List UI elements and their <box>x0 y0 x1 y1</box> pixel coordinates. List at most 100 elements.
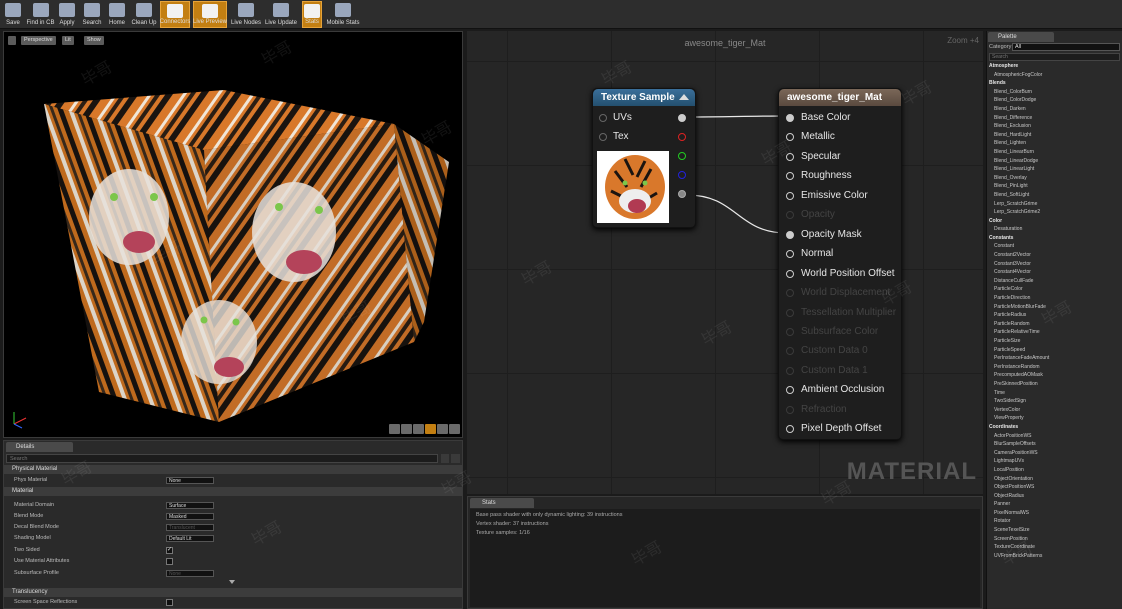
tex-input-pin[interactable] <box>599 133 607 141</box>
plane-icon[interactable] <box>449 424 460 434</box>
palette-item[interactable]: Blend_Difference <box>989 114 1121 123</box>
b-output-pin[interactable] <box>678 171 686 179</box>
palette-item[interactable]: Blend_PinLight <box>989 182 1121 191</box>
palette-tab[interactable]: Palette <box>988 32 1054 42</box>
palette-item[interactable]: BlurSampleOffsets <box>989 440 1121 449</box>
palette-item[interactable]: PixelNormalWS <box>989 509 1121 518</box>
palette-category[interactable]: Blends <box>989 79 1121 88</box>
material-input-pin[interactable] <box>786 152 794 161</box>
toolbar-button-1[interactable]: Find in CB <box>27 1 55 28</box>
material-input-pin[interactable] <box>786 386 794 395</box>
category-select[interactable]: All <box>1012 43 1120 51</box>
palette-item[interactable]: UVFromBrickPatterns <box>989 552 1121 561</box>
g-output-pin[interactable] <box>678 152 686 160</box>
uvs-input-pin[interactable] <box>599 114 607 122</box>
r-output-pin[interactable] <box>678 133 686 141</box>
palette-item[interactable]: Panner <box>989 500 1121 509</box>
material-input-pin[interactable] <box>786 114 794 122</box>
palette-item[interactable]: LightmapUVs <box>989 457 1121 466</box>
material-input-pin[interactable] <box>786 250 794 259</box>
details-checkbox[interactable] <box>166 599 173 606</box>
details-dropdown[interactable]: None <box>166 477 214 484</box>
palette-item[interactable]: ParticleSpeed <box>989 346 1121 355</box>
palette-item[interactable]: Blend_Exclusion <box>989 122 1121 131</box>
palette-item[interactable]: Time <box>989 389 1121 398</box>
palette-item[interactable]: Blend_LinearBurn <box>989 148 1121 157</box>
palette-item[interactable]: Blend_ColorDodge <box>989 96 1121 105</box>
material-result-node[interactable]: awesome_tiger_Mat Base Color Metallic Spec… <box>778 88 902 440</box>
palette-item[interactable]: ParticleColor <box>989 285 1121 294</box>
cylinder-icon[interactable] <box>413 424 424 434</box>
palette-item[interactable]: ObjectOrientation <box>989 475 1121 484</box>
palette-item[interactable]: ParticleRelativeTime <box>989 328 1121 337</box>
details-dropdown[interactable]: Masked <box>166 513 214 520</box>
toolbar-button-2[interactable]: Apply <box>57 1 77 28</box>
lighting-icon[interactable] <box>389 424 400 434</box>
palette-item[interactable]: PrecomputedAOMask <box>989 371 1121 380</box>
palette-item[interactable]: Constant3Vector <box>989 260 1121 269</box>
palette-category[interactable]: Color <box>989 217 1121 226</box>
palette-category[interactable]: Coordinates <box>989 423 1121 432</box>
palette-item[interactable]: Desaturation <box>989 225 1121 234</box>
palette-item[interactable]: SceneTexelSize <box>989 526 1121 535</box>
toolbar-button-6[interactable]: Connectors <box>160 1 190 28</box>
palette-item[interactable]: ParticleRadius <box>989 311 1121 320</box>
preview-viewport[interactable]: Perspective Lit Show <box>3 31 463 438</box>
material-input-pin[interactable] <box>786 133 794 142</box>
material-input-pin[interactable] <box>786 191 794 200</box>
collapse-icon[interactable] <box>679 94 689 100</box>
palette-item[interactable]: ActorPositionWS <box>989 432 1121 441</box>
palette-item[interactable]: ViewProperty <box>989 414 1121 423</box>
palette-item[interactable]: CameraPositionWS <box>989 449 1121 458</box>
palette-item[interactable]: ObjectPositionWS <box>989 483 1121 492</box>
texture-sample-node[interactable]: Texture Sample UVs Tex <box>592 88 696 228</box>
details-dropdown[interactable]: Surface <box>166 502 214 509</box>
a-output-pin[interactable] <box>678 190 686 198</box>
toolbar-button-10[interactable]: Stats <box>302 1 322 28</box>
palette-item[interactable]: Blend_Overlay <box>989 174 1121 183</box>
search-icon[interactable] <box>441 454 449 463</box>
palette-item[interactable]: TextureCoordinate <box>989 543 1121 552</box>
palette-item[interactable]: Lerp_ScratchGrime <box>989 200 1121 209</box>
toolbar-button-11[interactable]: Mobile Stats <box>325 1 361 28</box>
stats-tab[interactable]: Stats <box>470 498 534 508</box>
palette-item[interactable]: TwoSidedSign <box>989 397 1121 406</box>
category-material[interactable]: Material <box>4 487 462 496</box>
category-physical-material[interactable]: Physical Material <box>4 465 462 474</box>
toolbar-button-7[interactable]: Live Preview <box>193 1 227 28</box>
palette-item[interactable]: Blend_Darken <box>989 105 1121 114</box>
palette-item[interactable]: AtmosphericFogColor <box>989 71 1121 80</box>
details-search-input[interactable]: Search <box>6 454 438 463</box>
grid-icon[interactable] <box>401 424 412 434</box>
palette-item[interactable]: DistanceCullFade <box>989 277 1121 286</box>
rgb-output-pin[interactable] <box>678 114 686 122</box>
material-input-pin[interactable] <box>786 269 794 278</box>
details-checkbox[interactable] <box>166 558 173 565</box>
material-input-pin[interactable] <box>786 425 794 434</box>
view-options-icon[interactable] <box>451 454 460 463</box>
palette-item[interactable]: ParticleMotionBlurFade <box>989 303 1121 312</box>
palette-item[interactable]: ParticleDirection <box>989 294 1121 303</box>
palette-item[interactable]: Blend_ColorBurn <box>989 88 1121 97</box>
toolbar-button-4[interactable]: Home <box>106 1 128 28</box>
palette-item[interactable]: PreSkinnedPosition <box>989 380 1121 389</box>
sphere-icon[interactable] <box>437 424 448 434</box>
palette-item[interactable]: ParticleSize <box>989 337 1121 346</box>
palette-item[interactable]: Blend_LinearLight <box>989 165 1121 174</box>
palette-item[interactable]: Constant4Vector <box>989 268 1121 277</box>
palette-item[interactable]: Blend_HardLight <box>989 131 1121 140</box>
palette-item[interactable]: Lerp_ScratchGrime2 <box>989 208 1121 217</box>
expand-arrow-icon[interactable] <box>229 580 235 585</box>
palette-item[interactable]: LocalPosition <box>989 466 1121 475</box>
palette-item[interactable]: PerInstanceRandom <box>989 363 1121 372</box>
material-graph[interactable]: awesome_tiger_Mat Zoom +4 MATERIAL Textu… <box>467 31 983 494</box>
toolbar-button-0[interactable]: Save <box>2 1 24 28</box>
category-translucency[interactable]: Translucency <box>4 588 462 597</box>
palette-item[interactable]: Blend_LinearDodge <box>989 157 1121 166</box>
palette-item[interactable]: ScreenPosition <box>989 535 1121 544</box>
palette-item[interactable]: ParticleRandom <box>989 320 1121 329</box>
palette-item[interactable]: Blend_Lighten <box>989 139 1121 148</box>
palette-item[interactable]: ObjectRadius <box>989 492 1121 501</box>
toolbar-button-9[interactable]: Live Update <box>264 1 298 28</box>
material-input-pin[interactable] <box>786 230 794 239</box>
